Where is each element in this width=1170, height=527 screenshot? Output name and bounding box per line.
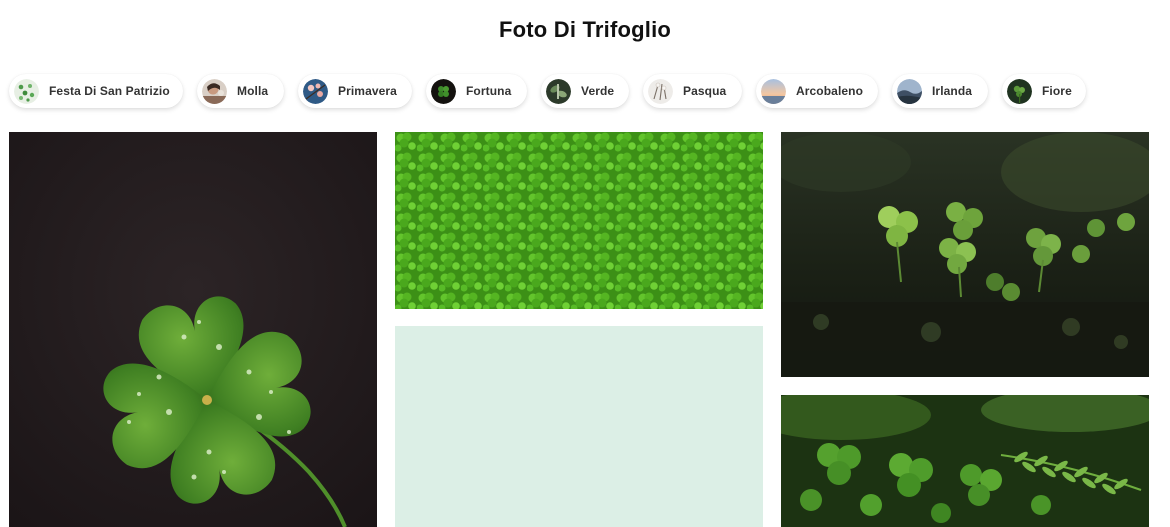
photo-mint-background[interactable] (395, 326, 763, 527)
chip-festa-di-san-patrizio[interactable]: Festa Di San Patrizio (9, 74, 183, 108)
photo-clover-forest[interactable] (781, 132, 1149, 377)
blossom-sky-thumbnail (303, 78, 328, 104)
photo-clovers-fern[interactable] (781, 395, 1149, 527)
chip-primavera[interactable]: Primavera (298, 74, 412, 108)
leaves-thumbnail (546, 78, 571, 104)
chip-label: Molla (237, 84, 269, 98)
clover-dark-thumbnail (431, 78, 456, 104)
category-chips: Festa Di San Patrizio Molla Primavera Fo… (0, 0, 1170, 120)
chip-label: Primavera (338, 84, 397, 98)
chip-fiore[interactable]: Fiore (1002, 74, 1086, 108)
chip-label: Fortuna (466, 84, 512, 98)
portrait-thumbnail (202, 78, 227, 104)
chip-molla[interactable]: Molla (197, 74, 284, 108)
chip-label: Fiore (1042, 84, 1072, 98)
irish-landscape-thumbnail (897, 78, 922, 104)
chip-irlanda[interactable]: Irlanda (892, 74, 988, 108)
shamrock-pattern-thumbnail (14, 78, 39, 104)
chip-label: Arcobaleno (796, 84, 864, 98)
chip-pasqua[interactable]: Pasqua (643, 74, 742, 108)
chip-label: Festa Di San Patrizio (49, 84, 170, 98)
photo-four-leaf-clover[interactable] (9, 132, 377, 527)
chip-fortuna[interactable]: Fortuna (426, 74, 527, 108)
chip-label: Verde (581, 84, 615, 98)
chip-arcobaleno[interactable]: Arcobaleno (756, 74, 878, 108)
chip-label: Irlanda (932, 84, 973, 98)
chip-label: Pasqua (683, 84, 727, 98)
easter-flowers-thumbnail (648, 78, 673, 104)
flower-thumbnail (1007, 78, 1032, 104)
sunset-sky-thumbnail (761, 78, 786, 104)
chip-verde[interactable]: Verde (541, 74, 629, 108)
photo-clover-field[interactable] (395, 132, 763, 309)
